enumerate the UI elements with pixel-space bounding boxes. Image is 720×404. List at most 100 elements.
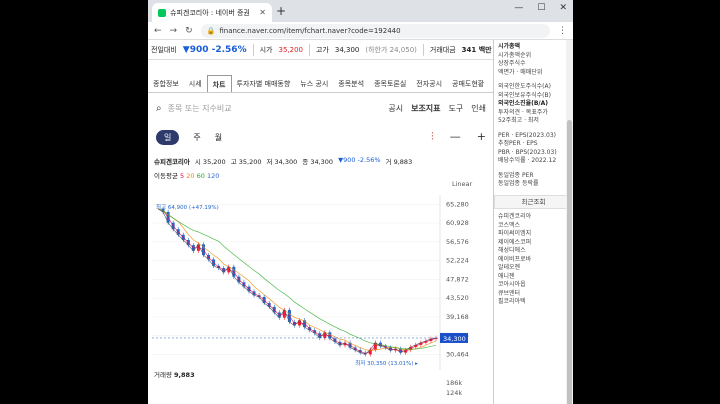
- ma-20: 20: [186, 172, 195, 180]
- favicon-icon: [158, 8, 166, 17]
- change-amount: 900: [189, 44, 209, 55]
- sidebar-stat: 외국인한도주식수(A): [498, 83, 551, 90]
- recent-item[interactable]: 제이에스코퍼: [498, 239, 569, 248]
- y-tick-label: 60,928: [446, 219, 469, 227]
- browser-tab[interactable]: 슈피겐코리아 : 네이버 증권 ✕: [152, 3, 272, 22]
- change-label: 전일대비: [151, 45, 177, 54]
- close-window-icon[interactable]: ✕: [559, 3, 567, 13]
- reload-icon[interactable]: ↻: [185, 26, 193, 36]
- tool-print[interactable]: 인쇄: [471, 103, 486, 114]
- sidebar-stat: PER · EPS(2023.03): [498, 131, 557, 139]
- recent-item[interactable]: 해성디에스: [498, 247, 569, 256]
- high-label: 고가: [315, 45, 329, 54]
- compare-search: ⌕ 종목 또는 지수비교 공시 보조지표 도구 인쇄: [156, 99, 486, 117]
- change-pct: -2.56%: [211, 44, 247, 55]
- price-chart[interactable]: 65,280 60,928 56,576 52,224 47,872 43,520 39,1…: [148, 195, 493, 370]
- browser-window: 슈피겐코리아 : 네이버 증권 ✕ + — ☐ ✕ ← → ↻ 🔒 finance.n…: [148, 0, 573, 404]
- period-week[interactable]: 주: [193, 132, 200, 143]
- tool-disclosure[interactable]: 공시: [388, 103, 403, 114]
- zoom-out-icon[interactable]: —: [450, 130, 461, 144]
- scrollbar[interactable]: [566, 40, 573, 404]
- scrollbar-thumb[interactable]: [567, 120, 572, 404]
- sidebar-stat: 동일업종 PER: [498, 171, 534, 179]
- divider: [252, 43, 254, 56]
- ohlc-low: 저 34,300: [266, 158, 298, 166]
- candle-type-icon[interactable]: ⫶: [431, 130, 434, 144]
- recent-item[interactable]: 코아시아옵: [498, 281, 569, 290]
- tab-overview[interactable]: 종합정보: [148, 75, 184, 92]
- search-input[interactable]: 종목 또는 지수비교: [168, 103, 232, 114]
- vol-label: 거래대금: [429, 45, 456, 54]
- tab-quotes[interactable]: 시세: [184, 75, 207, 92]
- search-icon[interactable]: ⌕: [156, 103, 162, 114]
- volume-tick: 186k: [446, 379, 463, 387]
- zoom-in-icon[interactable]: +: [477, 130, 486, 144]
- sidebar-stat: 액면가 · 매매단위: [498, 68, 543, 76]
- tool-tools[interactable]: 도구: [449, 103, 464, 114]
- moving-average-legend: 이동평균 5 20 60 120: [154, 170, 219, 180]
- menu-icon[interactable]: ⋮: [558, 26, 567, 36]
- stock-nav: 종합정보 시세 차트 투자자별 매매동향 뉴스 공시 종목분석 종목토론실 전자…: [148, 75, 493, 93]
- volume-tick: 124k: [446, 389, 463, 397]
- recent-item[interactable]: 파이써이엠지: [498, 230, 569, 239]
- close-tab-icon[interactable]: ✕: [259, 8, 266, 17]
- maximize-icon[interactable]: ☐: [537, 3, 545, 13]
- recent-item[interactable]: 에이비프로바: [498, 256, 569, 265]
- tool-indicators[interactable]: 보조지표: [411, 103, 440, 114]
- volume-info: 거래량 9,883: [154, 369, 195, 379]
- max-label: 최고 64,900 (+47.19%): [156, 203, 219, 211]
- high-value: 34,300: [334, 45, 360, 54]
- sidebar-stat: 배당수익률 · 2022.12: [498, 157, 557, 164]
- tab-bar: 슈피겐코리아 : 네이버 증권 ✕ + — ☐ ✕: [148, 0, 573, 22]
- volume-label: 거래량: [154, 371, 172, 379]
- sidebar-stat: 52주최고 · 최저: [498, 117, 539, 124]
- tab-discussion[interactable]: 종목토론실: [369, 75, 411, 92]
- recent-item[interactable]: 알테오젠: [498, 264, 569, 273]
- recent-item[interactable]: 코스맥스: [498, 222, 569, 231]
- stock-name: 슈피겐코리아: [154, 158, 190, 166]
- sidebar-stat: 동일업종 등락률: [498, 180, 539, 187]
- recent-item[interactable]: 애니젠: [498, 273, 569, 282]
- min-label: 최저 30,350 (13.01%) ▸: [355, 359, 418, 367]
- ma-120: 120: [206, 172, 220, 180]
- tab-news[interactable]: 뉴스 공시: [295, 75, 333, 92]
- down-arrow-icon: ▼: [182, 44, 190, 55]
- current-price-label: 34,300: [443, 335, 466, 343]
- y-tick-label: 43,520: [446, 294, 469, 302]
- ohlc-volume: 거 9,883: [385, 158, 413, 166]
- scale-selector[interactable]: Linear: [452, 180, 472, 188]
- recent-item[interactable]: 필코리아텍: [498, 298, 569, 307]
- ma-line-60: [157, 208, 437, 350]
- tab-title: 슈피겐코리아 : 네이버 증권: [170, 8, 250, 17]
- tab-chart[interactable]: 차트: [206, 75, 232, 92]
- forward-icon[interactable]: →: [170, 26, 178, 36]
- ohlc-high: 고 35,200: [230, 158, 262, 166]
- sidebar-stat: 추정PER · EPS: [498, 140, 538, 147]
- divider: [422, 43, 424, 56]
- recent-item[interactable]: 큐브엔터: [498, 290, 569, 299]
- open-label: 시가: [259, 45, 273, 54]
- tab-disclosure[interactable]: 전자공시: [411, 75, 447, 92]
- sidebar-stat: 시가총액순위: [498, 51, 532, 59]
- tab-investors[interactable]: 투자자별 매매동향: [232, 75, 296, 92]
- volume-axis: 186k 124k: [446, 378, 462, 398]
- tab-shortsell[interactable]: 공매도현황: [447, 75, 489, 92]
- divider: [308, 43, 310, 56]
- sidebar-stat: 외국인보유주식수(B): [498, 91, 551, 99]
- ma-5: 5: [180, 172, 185, 180]
- y-tick-label: 47,872: [446, 275, 469, 283]
- ticker-summary: 전일대비 ▼900 -2.56% 시가 35,200 고가 34,300 (하한…: [148, 40, 493, 60]
- tab-analysis[interactable]: 종목분석: [333, 75, 369, 92]
- minimize-icon[interactable]: —: [514, 3, 523, 13]
- recent-item[interactable]: 슈피겐코리아: [498, 213, 569, 222]
- back-icon[interactable]: ←: [154, 26, 162, 36]
- ohlc-change: ▼900 -2.56%: [338, 156, 381, 164]
- period-month[interactable]: 월: [215, 132, 222, 143]
- volume-value: 9,883: [174, 371, 195, 379]
- new-tab-icon[interactable]: +: [276, 4, 286, 18]
- open-value: 35,200: [278, 45, 303, 54]
- url-field[interactable]: 🔒 finance.naver.com/item/fchart.naver?cod…: [200, 23, 550, 38]
- limit-text: (하한가 24,050): [365, 45, 417, 54]
- period-day[interactable]: 일: [156, 129, 180, 145]
- url-text: finance.naver.com/item/fchart.naver?code…: [219, 26, 401, 35]
